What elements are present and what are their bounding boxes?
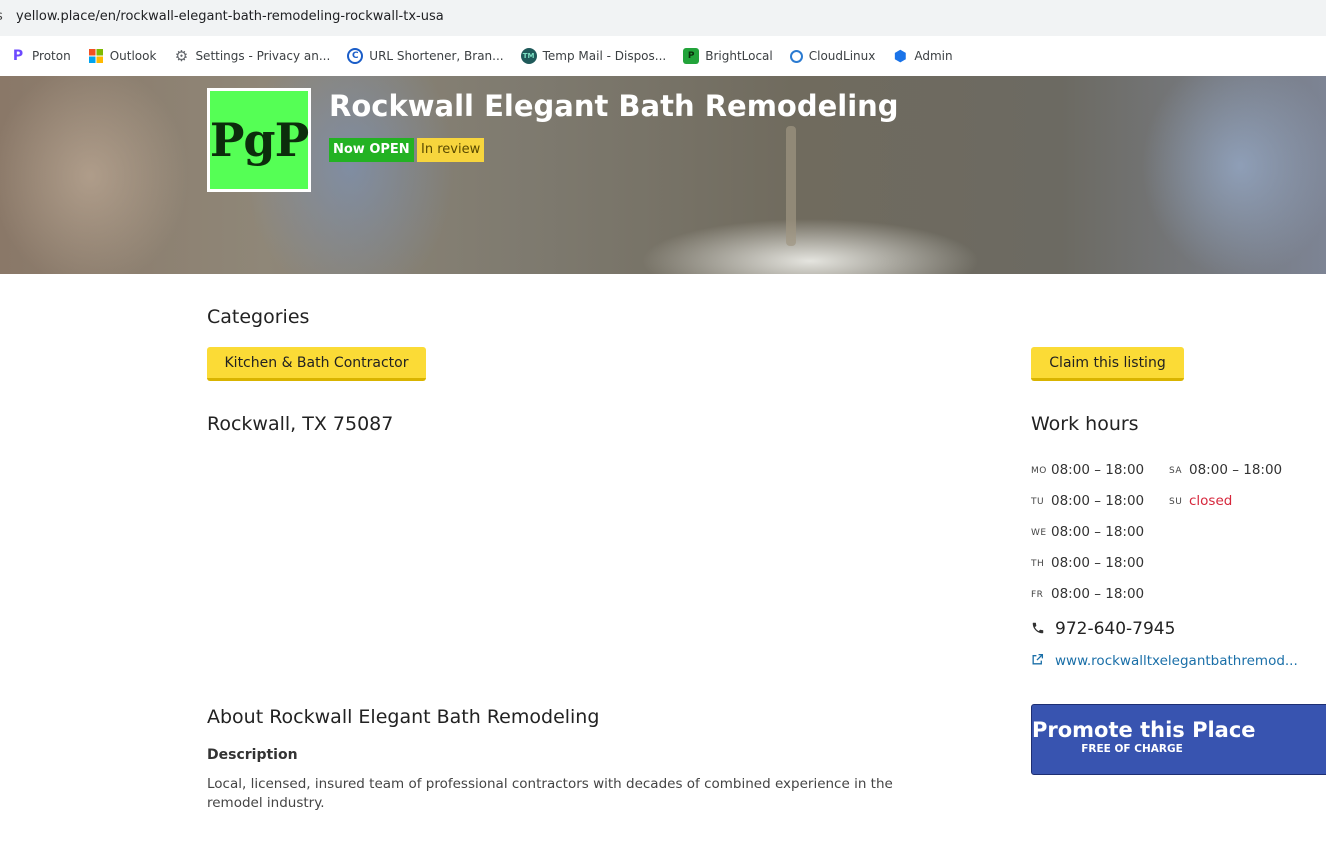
promote-title: Promote this Place	[1032, 718, 1256, 742]
promote-subtitle: FREE OF CHARGE	[1081, 743, 1183, 755]
microsoft-icon	[88, 48, 104, 64]
bookmark-outlook[interactable]: Outlook	[88, 48, 157, 64]
website-url: www.rockwalltxelegantbathremod...	[1055, 653, 1298, 669]
hours-value: 08:00 – 18:00	[1189, 461, 1283, 478]
work-hours-heading: Work hours	[1031, 413, 1139, 435]
hours-value: 08:00 – 18:00	[1051, 554, 1145, 571]
url-text[interactable]: yellow.place/en/rockwall-elegant-bath-re…	[16, 9, 444, 24]
bookmark-url-shortener[interactable]: C URL Shortener, Bran...	[347, 48, 504, 64]
bookmark-label: Outlook	[109, 49, 157, 63]
site-info-icon[interactable]: s	[0, 9, 3, 24]
website-link[interactable]: www.rockwalltxelegantbathremod...	[1031, 653, 1298, 669]
status-badge-open: Now OPEN	[329, 138, 414, 162]
promote-button[interactable]: Promote this Place FREE OF CHARGE	[1031, 704, 1326, 775]
description-heading: Description	[207, 747, 298, 763]
hours-row: TU 08:00 – 18:00	[1031, 485, 1144, 516]
brightlocal-icon: P	[683, 48, 700, 64]
bookmark-label: BrightLocal	[705, 49, 773, 63]
bookmark-label: Temp Mail - Dispos...	[542, 49, 667, 63]
external-link-icon	[1031, 653, 1047, 669]
bookmark-temp-mail[interactable]: TM Temp Mail - Dispos...	[520, 48, 667, 64]
bookmark-label: Admin	[914, 49, 953, 63]
bookmark-label: CloudLinux	[808, 49, 876, 63]
category-button[interactable]: Kitchen & Bath Contractor	[207, 347, 426, 381]
hours-column-weekdays: MO 08:00 – 18:00 TU 08:00 – 18:00 WE 08:00 …	[1031, 454, 1144, 609]
hours-row: MO 08:00 – 18:00	[1031, 454, 1144, 485]
address-bar[interactable]: s yellow.place/en/rockwall-elegant-bath-…	[0, 0, 1326, 36]
claim-listing-button[interactable]: Claim this listing	[1031, 347, 1184, 381]
bookmark-brightlocal[interactable]: P BrightLocal	[683, 48, 773, 64]
admin-icon: ⬢	[893, 47, 907, 65]
hours-value: 08:00 – 18:00	[1051, 585, 1145, 602]
business-address: Rockwall, TX 75087	[207, 413, 394, 435]
hours-value: 08:00 – 18:00	[1051, 492, 1145, 509]
phone-icon	[1031, 621, 1047, 637]
cloudlinux-icon	[789, 49, 803, 63]
categories-heading: Categories	[207, 306, 310, 328]
day-label: TU	[1031, 497, 1045, 507]
hours-column-weekend: SA 08:00 – 18:00 SU closed	[1169, 454, 1282, 516]
bookmark-proton[interactable]: P Proton	[10, 48, 71, 64]
phone-number: 972-640-7945	[1055, 619, 1176, 639]
status-badge-review: In review	[417, 138, 485, 162]
hours-row: SU closed	[1169, 485, 1282, 516]
hours-row: SA 08:00 – 18:00	[1169, 454, 1282, 485]
bookmark-settings[interactable]: ⚙ Settings - Privacy an...	[173, 47, 331, 65]
link-c-icon: C	[347, 48, 364, 64]
bookmark-cloudlinux[interactable]: CloudLinux	[789, 49, 876, 63]
day-label: SU	[1169, 497, 1183, 507]
temp-mail-icon: TM	[520, 48, 537, 64]
proton-icon: P	[12, 48, 24, 64]
day-label: WE	[1031, 528, 1047, 538]
logo-text: PgP	[210, 91, 309, 189]
business-logo: PgP	[207, 88, 311, 192]
day-label: SA	[1169, 466, 1183, 476]
hours-value-closed: closed	[1189, 492, 1233, 509]
bookmark-label: Proton	[32, 49, 71, 63]
day-label: FR	[1031, 590, 1044, 600]
hours-row: FR 08:00 – 18:00	[1031, 578, 1144, 609]
hours-row: TH 08:00 – 18:00	[1031, 547, 1144, 578]
description-text: Local, licensed, insured team of profess…	[207, 776, 893, 811]
hero-background-image	[786, 126, 796, 246]
hours-row: WE 08:00 – 18:00	[1031, 516, 1144, 547]
day-label: MO	[1031, 466, 1047, 476]
page-title: Rockwall Elegant Bath Remodeling	[329, 89, 899, 123]
day-label: TH	[1031, 559, 1045, 569]
hours-value: 08:00 – 18:00	[1051, 523, 1145, 540]
hero-banner: PgP Rockwall Elegant Bath Remodeling Now…	[0, 76, 1326, 274]
bookmark-admin[interactable]: ⬢ Admin	[892, 47, 953, 65]
bookmark-label: URL Shortener, Bran...	[369, 49, 504, 63]
phone-link[interactable]: 972-640-7945	[1031, 619, 1175, 639]
gear-icon: ⚙	[174, 47, 189, 65]
bookmarks-bar: P Proton Outlook ⚙ Settings - Privacy an…	[0, 36, 1326, 76]
bookmark-label: Settings - Privacy an...	[195, 49, 331, 63]
about-heading: About Rockwall Elegant Bath Remodeling	[207, 706, 600, 728]
hours-value: 08:00 – 18:00	[1051, 461, 1145, 478]
